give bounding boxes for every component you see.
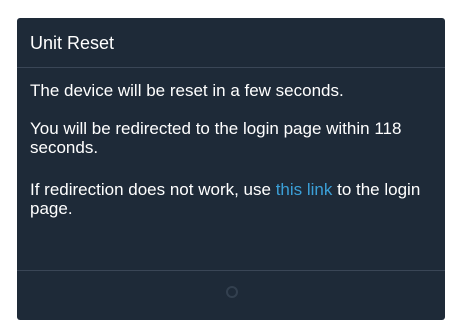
reset-message: The device will be reset in a few second… — [30, 81, 344, 100]
dialog-body: The device will be reset in a few second… — [17, 68, 445, 271]
fallback-message: If redirection does not work, use this l… — [30, 180, 432, 218]
loading-spinner-icon — [226, 286, 238, 298]
dialog-header: Unit Reset — [17, 18, 445, 68]
redirect-message: You will be redirected to the login page… — [30, 119, 402, 157]
fallback-text-before: If redirection does not work, use — [30, 180, 276, 199]
dialog-title: Unit Reset — [30, 33, 115, 53]
login-page-link[interactable]: this link — [276, 180, 333, 199]
dialog-footer — [17, 271, 445, 320]
unit-reset-dialog: Unit Reset The device will be reset in a… — [17, 18, 445, 320]
